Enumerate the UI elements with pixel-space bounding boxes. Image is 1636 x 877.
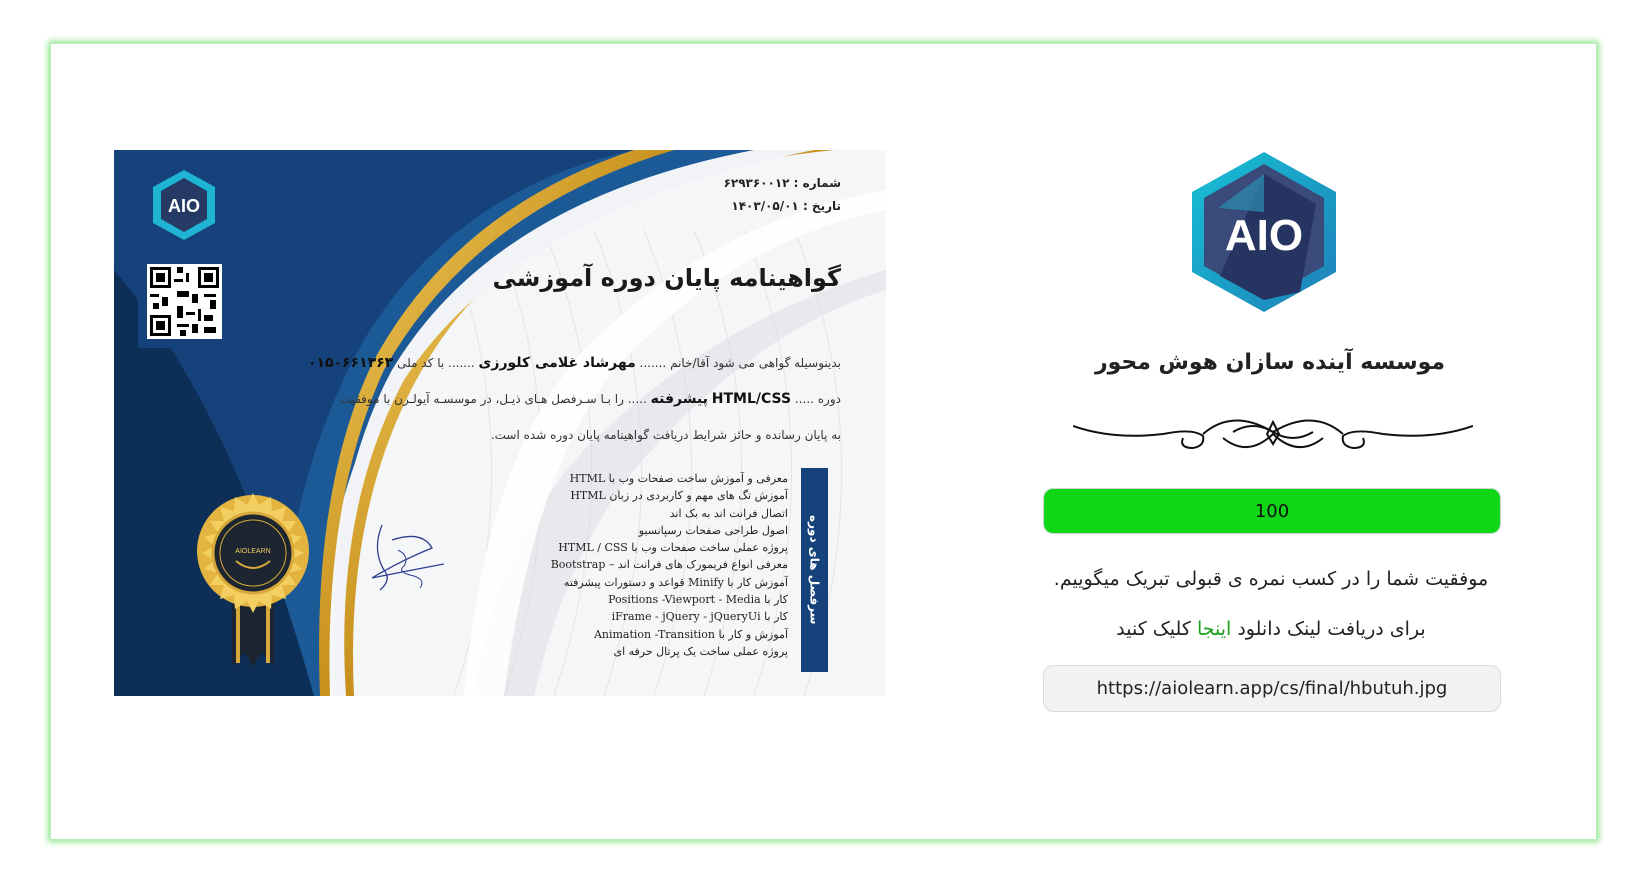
national-id: ۰۱۵۰۶۶۱۳۶۳ [307, 355, 394, 371]
topic-item: اتصال فرانت اند به بک اند [669, 506, 788, 520]
topic-item: پروژه عملی ساخت یک پرتال حرفه ای [613, 644, 788, 658]
download-prefix: برای دریافت لینک دانلود [1237, 618, 1426, 640]
course-name: HTML/CSS [711, 391, 792, 407]
congrats-message: موفقیت شما را در کسب نمره ی قبولی تبریک … [1053, 568, 1489, 590]
certificate-logo-panel: AIO [138, 150, 231, 348]
line2-suffix: را بـا سـرفصل هـای ذیـل، در موسسـه آیولـ… [339, 392, 624, 406]
ornamental-divider-icon [1073, 419, 1473, 450]
topic-item: کار با Positions -Viewport - Media [608, 593, 788, 607]
download-link[interactable]: اینجا [1197, 618, 1231, 640]
download-message: برای دریافت لینک دانلود اینجا کلیک کنید [1000, 618, 1542, 640]
signature-icon [371, 524, 445, 591]
topic-item: پروژه عملی ساخت صفحات وب با HTML / CSS [558, 541, 788, 555]
topics-heading: سرفصل های دوره [801, 468, 828, 672]
score-value: 100 [1254, 500, 1290, 522]
brand-logo-text: AIO [1225, 211, 1303, 260]
line1-prefix: بدینوسیله گواهی می شود آقا/خانم [670, 356, 841, 370]
topic-item: آموزش تگ های مهم و کاربردی در زبان HTML [570, 489, 788, 503]
course-label: دوره [817, 392, 841, 406]
certificate-line-1: بدینوسیله گواهی می شود آقا/خانم ....... … [307, 355, 841, 371]
institute-name: موسسه آینده سازان هوش محور [1094, 350, 1446, 375]
topics-list: معرفی و آموزش ساخت صفحات وب با HTML آموز… [551, 470, 788, 660]
download-suffix: کلیک کنید [1116, 618, 1191, 640]
topic-item: معرفی و آموزش ساخت صفحات وب با HTML [569, 472, 788, 485]
date-value: ۱۴۰۳/۰۵/۰۱ [731, 199, 799, 213]
certificate-url-field[interactable]: https://aiolearn.app/cs/final/hbutuh.jpg [1043, 665, 1501, 712]
topic-item: آموزش و کار با Animation -Transition [593, 627, 788, 641]
number-value: ۶۲۹۳۶۰۰۱۲ [723, 176, 790, 190]
topic-item: آموزش کار با Minify قواعد و دستورات پیشر… [563, 575, 788, 589]
national-id-label: با کد ملی [397, 356, 445, 370]
certificate-line-3: به پایان رسانده و حائز شرایط دریافت گواه… [490, 428, 841, 442]
recipient-name: مهرشاد غلامی کلورزی [478, 355, 636, 371]
certificate-number: شماره : ۶۲۹۳۶۰۰۱۲ [724, 176, 841, 190]
certificate-logo-text: AIO [168, 196, 200, 216]
topic-item: اصول طراحی صفحات رسپانسیو [638, 523, 788, 537]
topic-item: کار با iFrame - jQuery - jQueryUi [611, 610, 788, 624]
seal-text: AIOLEARN [235, 548, 270, 555]
date-label: تاریخ : [802, 199, 841, 213]
topic-item: معرفی انواع فریمورک های فرانت اند – Boot… [550, 558, 788, 572]
brand-logo-icon: AIO [1192, 152, 1336, 312]
certificate-title: گواهینامه پایان دوره آموزشی [492, 264, 841, 292]
qr-code-icon[interactable] [147, 264, 222, 339]
score-progress-bar: 100 [1043, 488, 1501, 534]
certificate-image[interactable]: AIO شماره : ۶۲۹۳۶۰۰۱۲ تاریخ: ۱۴۰۳/۰۵/۰۱… [114, 150, 886, 696]
award-seal-icon: AIOLEARN [197, 493, 309, 666]
certificate-date: تاریخ : ۱۴۰۳/۰۵/۰۱ [731, 199, 841, 213]
certificate-line-2: دوره ..... HTML/CSS پیشرفته ..... را بـا… [339, 391, 841, 407]
course-level: پیشرفته [650, 391, 708, 407]
number-label: شماره : [793, 176, 841, 190]
aio-logo-icon: AIO [153, 170, 215, 240]
